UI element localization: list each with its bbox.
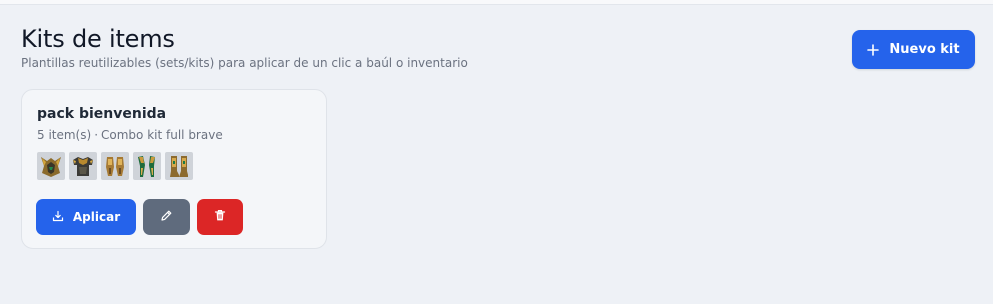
top-bar-edge bbox=[0, 0, 993, 5]
kit-item-count: 5 item(s) bbox=[37, 128, 92, 142]
kit-meta: 5 item(s) · Combo kit full brave bbox=[37, 128, 223, 142]
kit-card: pack bienvenida 5 item(s) · Combo kit full… bbox=[21, 89, 327, 249]
pencil-icon bbox=[160, 209, 173, 225]
delete-kit-button[interactable] bbox=[197, 199, 243, 235]
page-subtitle: Plantillas reutilizables (sets/kits) par… bbox=[21, 56, 468, 70]
download-icon bbox=[52, 210, 64, 225]
apply-kit-button[interactable]: Aplicar bbox=[36, 199, 136, 235]
armor-boots-icon bbox=[165, 152, 193, 180]
new-kit-label: Nuevo kit bbox=[889, 42, 960, 57]
page-title: Kits de items bbox=[21, 25, 175, 53]
kit-description: Combo kit full brave bbox=[101, 128, 223, 142]
kit-name: pack bienvenida bbox=[37, 106, 167, 122]
armor-gloves-icon bbox=[101, 152, 129, 180]
apply-kit-label: Aplicar bbox=[72, 210, 121, 224]
kit-item-thumbnails bbox=[37, 152, 193, 180]
trash-icon bbox=[214, 209, 226, 225]
armor-chest-icon bbox=[69, 152, 97, 180]
kit-meta-separator: · bbox=[94, 128, 99, 142]
kit-actions: Aplicar bbox=[36, 199, 243, 235]
edit-kit-button[interactable] bbox=[143, 199, 190, 235]
armor-helmet-icon bbox=[37, 152, 65, 180]
armor-pants-icon bbox=[133, 152, 161, 180]
new-kit-button[interactable]: Nuevo kit bbox=[852, 30, 975, 69]
plus-icon bbox=[867, 43, 880, 56]
